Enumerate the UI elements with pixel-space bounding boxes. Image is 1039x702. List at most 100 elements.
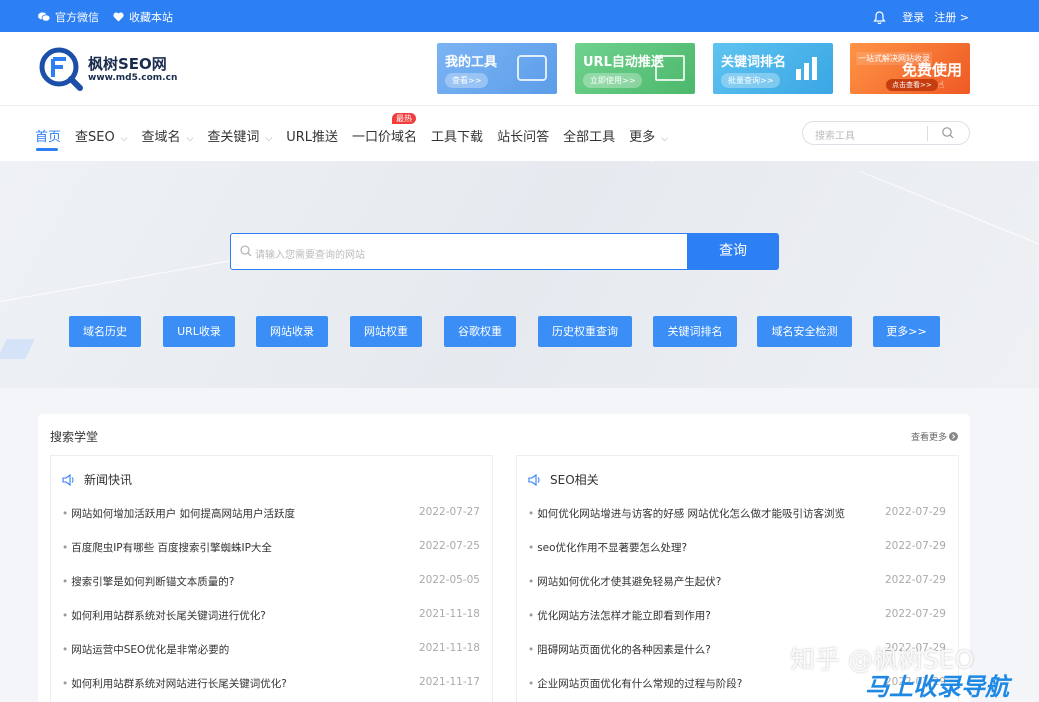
banner-url-push[interactable]: URL自动推送 立即使用>> bbox=[575, 43, 695, 94]
quick-tool-button[interactable]: 更多>> bbox=[873, 316, 940, 347]
tool-search-placeholder: 搜索工具 bbox=[815, 131, 855, 142]
banner-keyword-rank[interactable]: 关键词排名 批量查询>> bbox=[713, 43, 833, 94]
speaker-icon bbox=[62, 473, 74, 486]
query-button[interactable]: 查询 bbox=[687, 233, 779, 270]
quick-tool-button[interactable]: 网站收录 bbox=[256, 316, 328, 347]
nav-item-label: URL推送 bbox=[286, 130, 339, 145]
list-item[interactable]: seo优化作用不显著要怎么处理? 2022-07-29 bbox=[517, 538, 958, 572]
logo-url: www.md5.com.cn bbox=[88, 72, 178, 83]
article-title[interactable]: 企业网站页面优化有什么常规的过程与阶段? bbox=[528, 676, 742, 691]
article-title[interactable]: 如何优化网站增进与访客的好感 网站优化怎么做才能吸引访客浏览 bbox=[528, 506, 845, 521]
banner-button[interactable]: 批量查询>> bbox=[721, 73, 781, 88]
nav-item[interactable]: 工具下载 bbox=[431, 126, 483, 145]
article-date: 2022-07-29 bbox=[884, 608, 946, 620]
url-icon bbox=[655, 55, 685, 81]
article-date: 2021-11-18 bbox=[418, 642, 480, 654]
article-title[interactable]: 如何利用站群系统对网站进行长尾关键词优化? bbox=[62, 676, 287, 691]
nav-item-label: 更多 bbox=[629, 130, 656, 145]
banner-my-tools[interactable]: 我的工具 查看>> bbox=[437, 43, 557, 94]
wechat-icon bbox=[38, 12, 50, 22]
nav-item[interactable]: 查SEO ⌵ bbox=[75, 126, 128, 145]
list-item[interactable]: 百度爬虫IP有哪些 百度搜索引擎蜘蛛IP大全 2022-07-25 bbox=[51, 538, 492, 572]
banner-title: 关键词排名 bbox=[721, 55, 787, 70]
article-title[interactable]: 网站运营中SEO优化是非常必要的 bbox=[62, 642, 229, 657]
nav-item[interactable]: 首页 bbox=[35, 126, 61, 151]
search-icon[interactable] bbox=[941, 126, 955, 140]
nav-item[interactable]: 一口价域名 最热 bbox=[352, 113, 417, 145]
view-more-link[interactable]: 查看更多 bbox=[911, 430, 958, 443]
article-title[interactable]: 搜索引擎是如何判断锚文本质量的? bbox=[62, 574, 234, 589]
logo-icon bbox=[39, 47, 83, 91]
nav-item-label: 站长问答 bbox=[497, 130, 550, 145]
article-title[interactable]: 优化网站方法怎样才能立即看到作用? bbox=[528, 608, 711, 623]
bell-icon[interactable] bbox=[873, 10, 886, 24]
article-date: 2022-07-29 bbox=[884, 540, 946, 552]
register-link[interactable]: 注册 > bbox=[934, 9, 969, 25]
site-search-input[interactable]: 请输入您需要查询的网站 bbox=[230, 233, 688, 270]
nav-item[interactable]: 更多 ⌵ bbox=[629, 126, 668, 145]
article-date: 2022-07-29 bbox=[884, 574, 946, 586]
news-card: 新闻快讯 网站如何增加活跃用户 如何提高网站用户活跃度 2022-07-27 百度爬… bbox=[50, 455, 493, 702]
chevron-down-icon: ⌵ bbox=[265, 134, 273, 144]
banner-button[interactable]: 点击查看>> bbox=[886, 79, 938, 91]
banner-free-use[interactable]: 一站式解决网站收录 免费使用 点击查看>> ☝ bbox=[850, 43, 970, 94]
banner-title: URL自动推送 bbox=[583, 55, 664, 70]
favorite-link[interactable]: 收藏本站 bbox=[113, 9, 173, 25]
chevron-down-icon: ⌵ bbox=[661, 134, 668, 144]
panel-title: 搜索学堂 bbox=[50, 430, 99, 444]
article-date: 2021-11-17 bbox=[418, 676, 480, 688]
heart-icon bbox=[113, 12, 124, 22]
bar-chart-icon bbox=[796, 57, 817, 80]
site-watermark: 马上收录导航 bbox=[865, 673, 1009, 701]
arrow-circle-icon bbox=[949, 432, 958, 441]
nav-item[interactable]: 全部工具 bbox=[563, 126, 615, 145]
quick-tool-button[interactable]: 域名历史 bbox=[69, 316, 141, 347]
site-search-placeholder: 请输入您需要查询的网站 bbox=[255, 250, 365, 261]
quick-tool-button[interactable]: 关键词排名 bbox=[653, 316, 737, 347]
list-item[interactable]: 网站如何优化才使其避免轻易产生起伏? 2022-07-29 bbox=[517, 572, 958, 606]
nav-item[interactable]: 查关键词 ⌵ bbox=[207, 126, 272, 145]
hero-search-section: 请输入您需要查询的网站 查询 域名历史 URL收录 网站收录 网站权重 谷歌权重 历史权重… bbox=[0, 161, 1039, 388]
quick-tool-button[interactable]: 网站权重 bbox=[350, 316, 422, 347]
quick-tool-button[interactable]: 历史权重查询 bbox=[538, 316, 632, 347]
speaker-icon bbox=[528, 473, 540, 486]
list-item[interactable]: 网站运营中SEO优化是非常必要的 2021-11-18 bbox=[51, 640, 492, 674]
list-item[interactable]: 搜索引擎是如何判断锚文本质量的? 2022-05-05 bbox=[51, 572, 492, 606]
article-title[interactable]: 网站如何增加活跃用户 如何提高网站用户活跃度 bbox=[62, 506, 295, 521]
wechat-label: 官方微信 bbox=[55, 11, 99, 24]
nav-item[interactable]: 查域名 ⌵ bbox=[142, 126, 194, 145]
quick-tool-button[interactable]: 谷歌权重 bbox=[444, 316, 516, 347]
quick-tool-button[interactable]: URL收录 bbox=[163, 316, 235, 347]
article-title[interactable]: 阻碍网站页面优化的各种因素是什么? bbox=[528, 642, 711, 657]
login-link[interactable]: 登录 bbox=[902, 9, 924, 25]
top-bar: 官方微信 收藏本站 登录 注册 > bbox=[0, 0, 1039, 32]
nav-item-label: 查关键词 bbox=[207, 130, 260, 145]
nav-item-label: 工具下载 bbox=[431, 130, 484, 145]
tool-search-input[interactable]: 搜索工具 bbox=[802, 121, 970, 145]
article-date: 2022-07-29 bbox=[884, 506, 946, 518]
list-item[interactable]: 如何利用站群系统对网站进行长尾关键词优化? 2021-11-17 bbox=[51, 674, 492, 702]
header: 枫树SEO网 www.md5.com.cn 我的工具 查看>> URL自动推送 … bbox=[0, 32, 1039, 106]
divider bbox=[927, 126, 928, 141]
list-item[interactable]: 如何优化网站增进与访客的好感 网站优化怎么做才能吸引访客浏览 2022-07-29 bbox=[517, 504, 958, 538]
nav-item[interactable]: 站长问答 bbox=[497, 126, 549, 145]
list-item[interactable]: 优化网站方法怎样才能立即看到作用? 2022-07-29 bbox=[517, 606, 958, 640]
favorite-label: 收藏本站 bbox=[129, 11, 173, 24]
main-nav: 首页 查SEO ⌵ 查域名 ⌵ 查关键词 ⌵ URL推送 一口价域名 最热 工具下载 站长问答 全部工具… bbox=[0, 106, 1039, 161]
banner-button[interactable]: 立即使用>> bbox=[583, 73, 643, 88]
chevron-down-icon: ⌵ bbox=[186, 134, 194, 144]
nav-item[interactable]: URL推送 bbox=[286, 126, 338, 145]
banner-title: 免费使用 bbox=[902, 61, 963, 79]
list-item[interactable]: 网站如何增加活跃用户 如何提高网站用户活跃度 2022-07-27 bbox=[51, 504, 492, 538]
article-date: 2022-07-25 bbox=[418, 540, 480, 552]
site-logo[interactable]: 枫树SEO网 www.md5.com.cn bbox=[38, 46, 177, 92]
cursor-icon: ☝ bbox=[938, 80, 945, 91]
quick-tool-button[interactable]: 域名安全检测 bbox=[757, 316, 852, 347]
banner-button[interactable]: 查看>> bbox=[445, 73, 489, 88]
article-title[interactable]: 如何利用站群系统对长尾关键词进行优化? bbox=[62, 608, 266, 623]
article-title[interactable]: 网站如何优化才使其避免轻易产生起伏? bbox=[528, 574, 721, 589]
wechat-link[interactable]: 官方微信 bbox=[38, 9, 99, 25]
list-item[interactable]: 如何利用站群系统对长尾关键词进行优化? 2021-11-18 bbox=[51, 606, 492, 640]
article-title[interactable]: seo优化作用不显著要怎么处理? bbox=[528, 540, 687, 555]
article-title[interactable]: 百度爬虫IP有哪些 百度搜索引擎蜘蛛IP大全 bbox=[62, 540, 272, 555]
